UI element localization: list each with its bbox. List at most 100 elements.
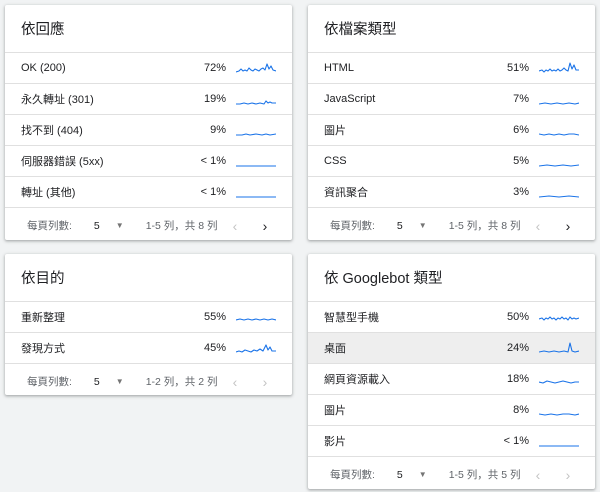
card-title: 依 Googlebot 類型	[324, 271, 443, 287]
next-page-icon[interactable]: ›	[553, 218, 583, 234]
row-percentage: < 1%	[503, 435, 529, 447]
row-percentage: 50%	[506, 311, 529, 323]
rows-per-page-label: 每頁列數:	[27, 220, 72, 232]
prev-page-icon[interactable]: ‹	[220, 374, 250, 390]
sparkline-chart	[236, 196, 276, 198]
card-title: 依檔案類型	[324, 22, 397, 38]
row-percentage: 55%	[203, 311, 226, 323]
next-page-icon[interactable]: ›	[250, 374, 280, 390]
sparkline-chart	[236, 133, 276, 136]
row-label: CSS	[324, 155, 347, 167]
table-row[interactable]: 轉址 (其他) < 1%	[5, 176, 292, 207]
row-label: 圖片	[324, 405, 346, 417]
rows-per-page-select[interactable]: 5	[397, 220, 403, 232]
table-row[interactable]: 影片 < 1%	[308, 425, 595, 456]
prev-page-icon[interactable]: ‹	[220, 218, 250, 234]
table-row[interactable]: 找不到 (404) 9%	[5, 114, 292, 145]
prev-page-icon[interactable]: ‹	[523, 218, 553, 234]
table-row[interactable]: 重新整理 55%	[5, 301, 292, 332]
rows-per-page-label: 每頁列數:	[330, 220, 375, 232]
row-label: 伺服器錯誤 (5xx)	[21, 156, 104, 168]
row-percentage: 18%	[506, 373, 529, 385]
sparkline-chart	[539, 380, 579, 384]
sparkline-chart	[236, 100, 276, 105]
next-page-icon[interactable]: ›	[250, 218, 280, 234]
row-percentage: 9%	[210, 124, 226, 136]
sparkline-chart	[539, 62, 579, 73]
row-percentage: 51%	[506, 62, 529, 74]
row-percentage: 45%	[203, 342, 226, 354]
row-label: 轉址 (其他)	[21, 187, 76, 199]
row-label: 影片	[324, 436, 346, 448]
pagination-range: 1-5 列，共 5 列	[448, 469, 521, 481]
table-row[interactable]: 智慧型手機 50%	[308, 301, 595, 332]
table-row[interactable]: 圖片 8%	[308, 394, 595, 425]
row-label: 桌面	[324, 343, 346, 355]
dropdown-caret-icon[interactable]: ▼	[419, 470, 427, 479]
sparkline-chart	[236, 344, 276, 353]
sparkline-chart	[539, 102, 579, 105]
sparkline-chart	[539, 445, 579, 447]
rows-per-page-label: 每頁列數:	[330, 469, 375, 481]
table-row[interactable]: JavaScript 7%	[308, 83, 595, 114]
pagination-range: 1-2 列，共 2 列	[145, 376, 218, 388]
row-label: JavaScript	[324, 93, 376, 105]
dropdown-caret-icon[interactable]: ▼	[116, 377, 124, 386]
table-row[interactable]: 伺服器錯誤 (5xx) < 1%	[5, 145, 292, 176]
next-page-icon[interactable]: ›	[553, 467, 583, 483]
row-percentage: 24%	[506, 342, 529, 354]
row-label: 發現方式	[21, 343, 65, 355]
row-percentage: < 1%	[200, 186, 226, 198]
sparkline-chart	[539, 195, 579, 198]
table-row[interactable]: CSS 5%	[308, 145, 595, 176]
dropdown-caret-icon[interactable]: ▼	[419, 221, 427, 230]
sparkline-chart	[539, 342, 579, 353]
row-percentage: 5%	[513, 155, 529, 167]
sparkline-chart	[539, 316, 579, 321]
pagination-footer: 每頁列數: 5 ▼ 1-5 列，共 8 列 ‹ ›	[5, 207, 292, 240]
rows-per-page-label: 每頁列數:	[27, 376, 72, 388]
pagination-range: 1-5 列，共 8 列	[448, 220, 521, 232]
row-label: 網頁資源載入	[324, 374, 390, 386]
purpose-card: 依目的 重新整理 55% 發現方式 45% 每頁列數: 5 ▼ 1-2 列，共 …	[5, 254, 292, 395]
rows-per-page-select[interactable]: 5	[397, 469, 403, 481]
row-label: 資訊聚合	[324, 187, 368, 199]
table-row[interactable]: 網頁資源載入 18%	[308, 363, 595, 394]
row-percentage: 7%	[513, 93, 529, 105]
table-row[interactable]: 永久轉址 (301) 19%	[5, 83, 292, 114]
sparkline-chart	[236, 318, 276, 321]
sparkline-chart	[236, 63, 276, 73]
card-title: 依回應	[21, 22, 65, 38]
table-row[interactable]: 桌面 24%	[308, 332, 595, 363]
sparkline-chart	[539, 413, 579, 416]
pagination-footer: 每頁列數: 5 ▼ 1-2 列，共 2 列 ‹ ›	[5, 363, 292, 395]
pagination-footer: 每頁列數: 5 ▼ 1-5 列，共 5 列 ‹ ›	[308, 456, 595, 489]
row-label: 找不到 (404)	[21, 125, 83, 137]
pagination-footer: 每頁列數: 5 ▼ 1-5 列，共 8 列 ‹ ›	[308, 207, 595, 240]
row-label: 圖片	[324, 125, 346, 137]
table-row[interactable]: 圖片 6%	[308, 114, 595, 145]
table-row[interactable]: 發現方式 45%	[5, 332, 292, 363]
response-card: 依回應 OK (200) 72% 永久轉址 (301) 19% 找不到 (404…	[5, 5, 292, 240]
card-title: 依目的	[21, 271, 65, 287]
table-row[interactable]: HTML 51%	[308, 52, 595, 83]
row-label: OK (200)	[21, 62, 66, 74]
prev-page-icon[interactable]: ‹	[523, 467, 553, 483]
table-row[interactable]: 資訊聚合 3%	[308, 176, 595, 207]
sparkline-chart	[539, 133, 579, 136]
row-label: 智慧型手機	[324, 312, 379, 324]
row-percentage: 6%	[513, 124, 529, 136]
row-percentage: 8%	[513, 404, 529, 416]
row-percentage: 19%	[203, 93, 226, 105]
table-row[interactable]: OK (200) 72%	[5, 52, 292, 83]
row-label: HTML	[324, 62, 354, 74]
dropdown-caret-icon[interactable]: ▼	[116, 221, 124, 230]
pagination-range: 1-5 列，共 8 列	[145, 220, 218, 232]
row-percentage: 72%	[203, 62, 226, 74]
rows-per-page-select[interactable]: 5	[94, 376, 100, 388]
sparkline-chart	[236, 165, 276, 167]
sparkline-chart	[539, 164, 579, 167]
rows-per-page-select[interactable]: 5	[94, 220, 100, 232]
row-percentage: 3%	[513, 186, 529, 198]
file-type-card: 依檔案類型 HTML 51% JavaScript 7% 圖片 6% CSS 5…	[308, 5, 595, 240]
